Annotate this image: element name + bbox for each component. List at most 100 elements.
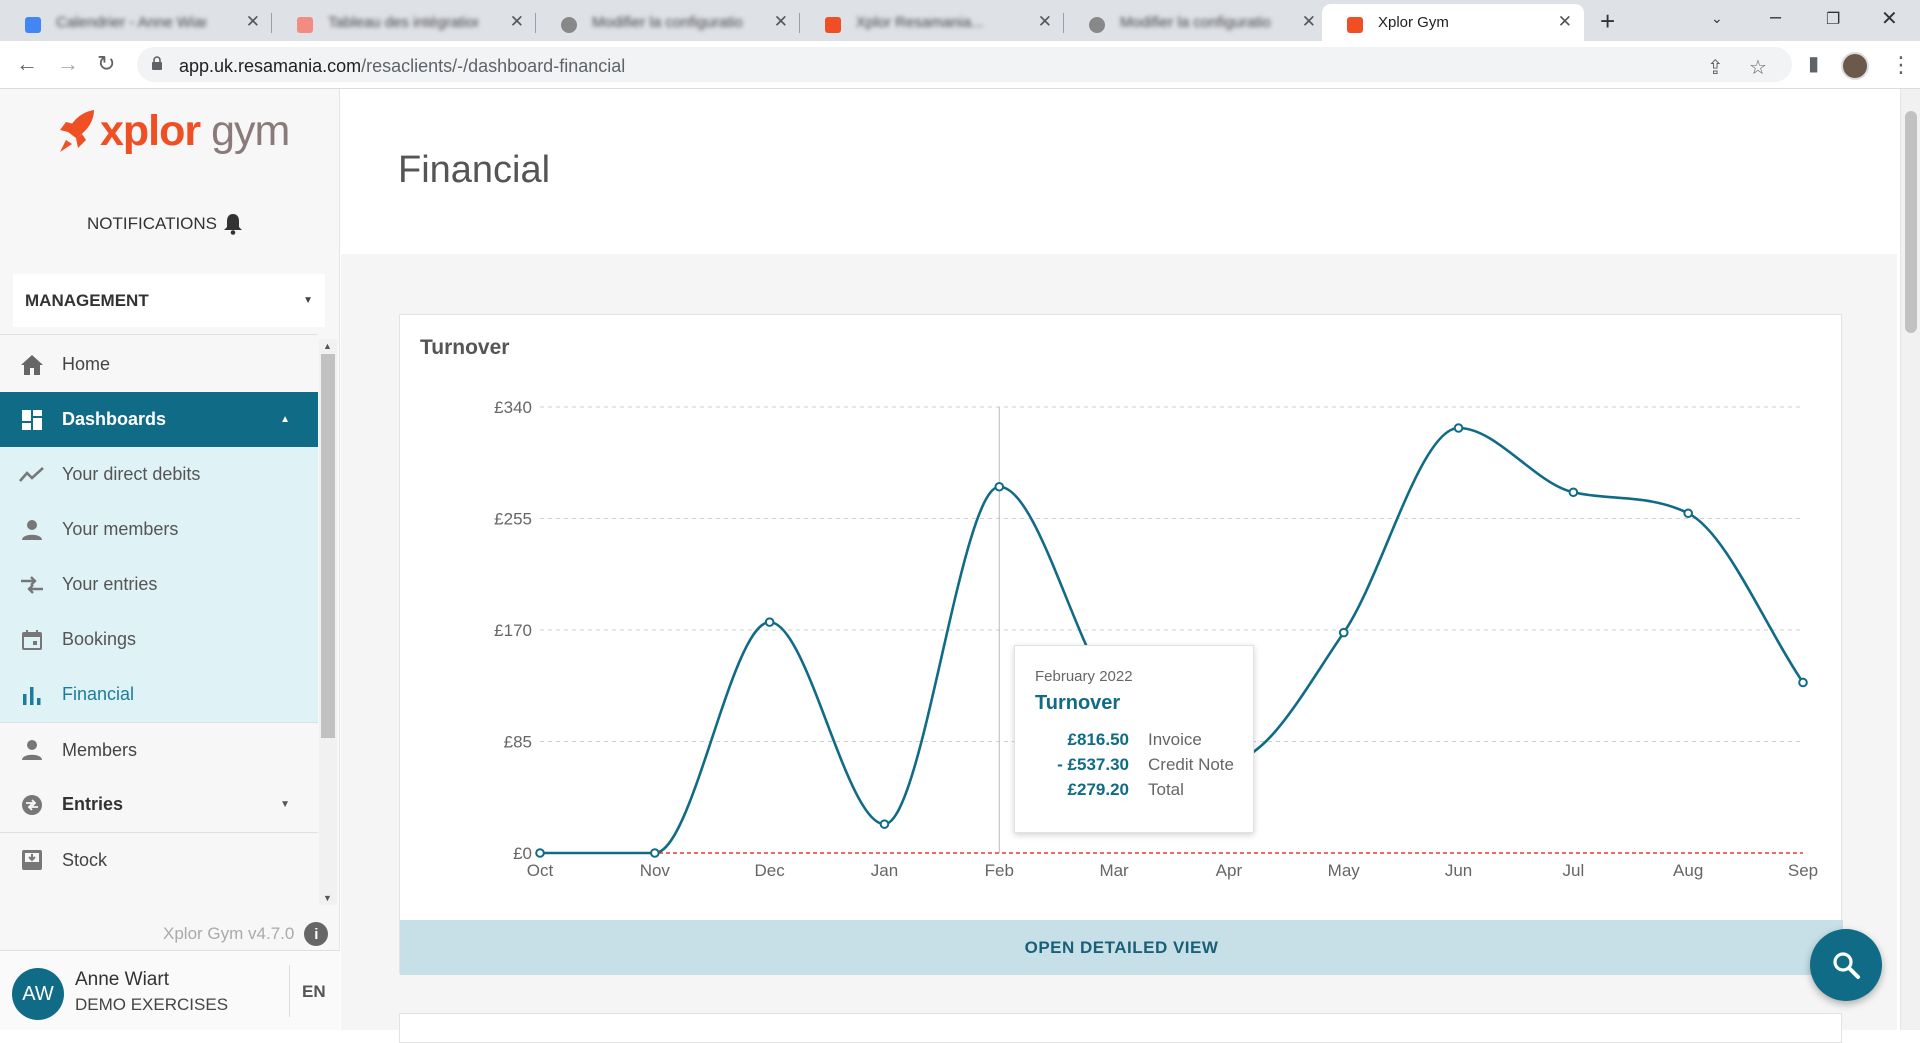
tooltip-date: February 2022 (1035, 668, 1133, 685)
url-text: app.uk.resamania.com/resaclients/-/dashb… (179, 56, 626, 76)
sidebar-item-your-members[interactable]: Your members (0, 502, 318, 557)
close-window-icon[interactable]: ✕ (1881, 6, 1898, 31)
main-content: Financial Turnover £0 £85 £170 £255 £340 Oct N… (341, 89, 1897, 1043)
open-detailed-view-button[interactable]: OPEN DETAILED VIEW (400, 920, 1843, 975)
scroll-up-icon[interactable]: ▲ (323, 341, 332, 351)
sidebar-scrollbar[interactable]: ▲ ▼ (319, 339, 337, 905)
share-icon[interactable]: ⇪ (1707, 55, 1724, 80)
turnover-card: Turnover £0 £85 £170 £255 £340 Oct Nov Dec Jan Fe… (399, 314, 1843, 975)
reload-icon[interactable]: ↻ (97, 51, 115, 77)
new-tab-icon[interactable]: + (1600, 6, 1615, 37)
info-icon[interactable]: i (304, 922, 329, 946)
lock-icon (152, 56, 162, 70)
close-tab-icon[interactable]: ✕ (246, 12, 260, 32)
x-tick-label: Aug (1673, 861, 1703, 880)
bookmark-star-icon[interactable]: ☆ (1749, 55, 1767, 80)
data-point[interactable] (535, 848, 545, 858)
x-tick-label: Mar (1099, 861, 1129, 880)
close-tab-icon[interactable]: ✕ (510, 12, 524, 32)
data-point[interactable] (994, 481, 1005, 492)
browser-menu-icon[interactable]: ⋮ (1890, 52, 1912, 78)
sidebar-item-home[interactable]: Home (0, 337, 318, 392)
y-tick-label: £255 (494, 510, 532, 529)
close-tab-icon[interactable]: ✕ (1302, 12, 1316, 32)
user-avatar[interactable]: AW (12, 968, 64, 1020)
sidebar-item-dashboards[interactable]: Dashboards ▲ (0, 392, 318, 447)
address-bar[interactable]: app.uk.resamania.com/resaclients/-/dashb… (137, 47, 1792, 82)
stock-icon (19, 847, 45, 873)
person-icon (19, 737, 45, 763)
browser-tab[interactable]: Calendrier - Anne Wiart - G... ✕ (0, 4, 272, 41)
data-point[interactable] (1683, 508, 1693, 519)
user-organization: DEMO EXERCISES (75, 995, 229, 1014)
sidebar-item-financial[interactable]: Financial (0, 667, 318, 722)
sidebar-item-members[interactable]: Members (0, 722, 318, 777)
y-tick-label: £85 (504, 733, 532, 752)
data-point[interactable] (1568, 487, 1579, 498)
close-tab-icon[interactable]: ✕ (1038, 12, 1052, 32)
person-icon (19, 517, 45, 543)
rocket-favicon-icon (825, 17, 841, 33)
scroll-down-icon[interactable]: ▼ (323, 893, 332, 903)
tab-search-icon[interactable]: ⌄ (1711, 10, 1723, 27)
user-panel: AW Anne Wiart DEMO EXERCISES EN (0, 950, 340, 1030)
browser-tab-active[interactable]: Xplor Gym ✕ (1322, 4, 1584, 41)
data-point[interactable] (764, 617, 775, 627)
sidebar-item-direct-debits[interactable]: Your direct debits (0, 447, 318, 502)
sidebar-item-bookings[interactable]: Bookings (0, 612, 318, 667)
management-select[interactable]: MANAGEMENT ▼ (13, 274, 325, 327)
rocket-logo-icon (60, 109, 94, 152)
x-tick-label: Dec (755, 861, 786, 880)
caret-down-icon: ▼ (303, 295, 313, 306)
sidebar-item-your-entries[interactable]: Your entries (0, 557, 318, 612)
caret-down-icon: ▼ (280, 799, 290, 810)
forward-icon[interactable]: → (57, 51, 79, 77)
data-point[interactable] (1453, 423, 1464, 433)
x-tick-label: Jul (1562, 861, 1584, 880)
brand-logo[interactable]: xplor gym (56, 107, 290, 156)
page-scroll-thumb[interactable] (1905, 111, 1917, 333)
x-tick-label: Oct (527, 861, 554, 880)
y-tick-label: £170 (494, 621, 532, 640)
app-version: Xplor Gym v4.7.0 i (163, 922, 329, 946)
close-tab-icon[interactable]: ✕ (774, 12, 788, 32)
data-point[interactable] (1798, 677, 1808, 688)
next-card (399, 1013, 1842, 1043)
sidebar-item-entries[interactable]: Entries ▼ (0, 777, 318, 832)
search-fab-button[interactable] (1810, 929, 1882, 1001)
user-name: Anne Wiart (75, 969, 169, 990)
x-tick-label: Nov (640, 861, 671, 880)
restore-icon[interactable]: ❐ (1826, 9, 1840, 29)
brand-name: xplor gym (100, 107, 290, 155)
notifications-button[interactable]: NOTIFICATIONS (87, 213, 243, 235)
browser-tab[interactable]: Xplor Resamania... ✕ (800, 4, 1064, 41)
globe-favicon-icon (1089, 17, 1105, 33)
browser-tab[interactable]: Modifier la configuration... ✕ (536, 4, 800, 41)
home-icon (19, 352, 45, 378)
sidebar-nav: Home Dashboards ▲ Your direct debits You… (0, 337, 318, 887)
language-switch[interactable]: EN (302, 982, 326, 1002)
x-tick-label: Sep (1788, 861, 1818, 880)
dashboard-icon (19, 407, 45, 433)
x-tick-label: May (1328, 861, 1361, 880)
data-point[interactable] (879, 819, 890, 829)
chart-tooltip: February 2022 Turnover £816.50 Invoice -… (1014, 645, 1254, 833)
page-scrollbar[interactable] (1900, 89, 1920, 1030)
browser-tab-strip: Calendrier - Anne Wiart - G... ✕ Tableau… (0, 0, 1920, 41)
bell-icon (224, 214, 243, 235)
browser-profile-avatar[interactable] (1841, 52, 1869, 80)
side-panel-icon[interactable]: ▮ (1808, 51, 1819, 76)
data-point[interactable] (1338, 627, 1349, 638)
caret-up-icon: ▲ (280, 414, 290, 425)
browser-tab[interactable]: Tableau des intégrations... ✕ (272, 4, 536, 41)
browser-tab[interactable]: Modifier la configuration... ✕ (1064, 4, 1328, 41)
y-tick-label: £340 (494, 398, 532, 417)
close-tab-icon[interactable]: ✕ (1558, 12, 1572, 32)
browser-toolbar: ← → ↻ app.uk.resamania.com/resaclients/-… (0, 41, 1920, 89)
data-point[interactable] (650, 848, 660, 858)
entries-icon (19, 792, 45, 818)
sidebar-item-stock[interactable]: Stock (0, 832, 318, 887)
back-icon[interactable]: ← (16, 51, 38, 77)
sidebar-scroll-thumb[interactable] (321, 354, 335, 738)
minimize-icon[interactable]: – (1770, 6, 1781, 29)
